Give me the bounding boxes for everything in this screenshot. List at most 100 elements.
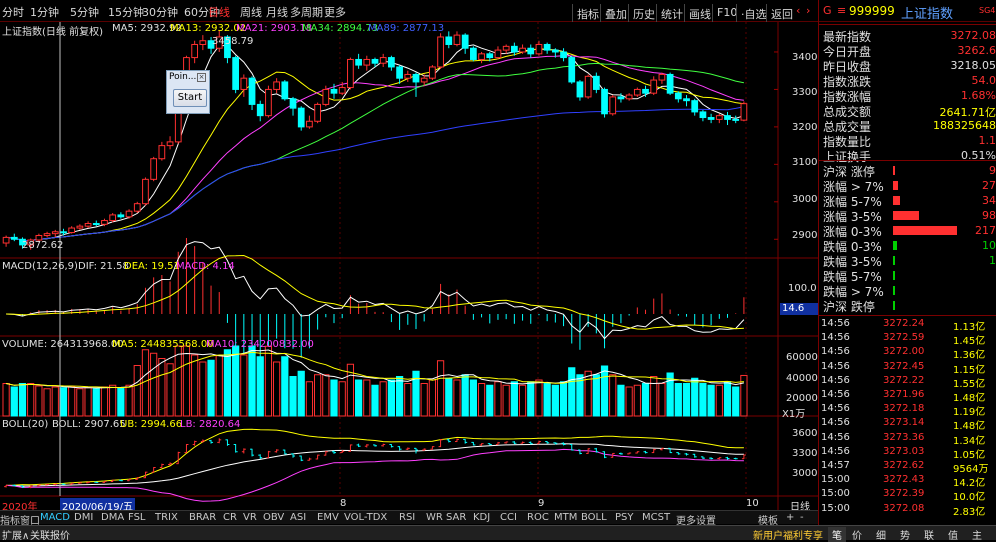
- indicator-tab[interactable]: OBV: [263, 512, 284, 523]
- breadth-value: 9: [989, 164, 996, 177]
- close-icon[interactable]: ×: [197, 73, 206, 82]
- indicator-tab[interactable]: TRIX: [155, 512, 178, 523]
- period-tab[interactable]: 多周期: [290, 4, 323, 20]
- candle-body: [544, 44, 550, 50]
- indicator-tab[interactable]: DMI: [74, 512, 93, 523]
- toolbar-button[interactable]: 返回: [766, 4, 797, 22]
- macd-macd: MACD: 4.14: [176, 261, 235, 272]
- nav-arrow-icon[interactable]: ›: [806, 4, 810, 17]
- volume-bar: [224, 350, 230, 416]
- indicator-tab[interactable]: DMA: [101, 512, 124, 523]
- candle-body: [102, 221, 108, 225]
- toolbar-button[interactable]: 历史: [628, 4, 659, 22]
- quote-panel: G ≡ 999999 上证指数 SG4 最新指数3272.08今日开盘3262.…: [818, 0, 996, 540]
- volume-bar: [675, 384, 681, 417]
- indicator-tab[interactable]: PSY: [615, 512, 634, 523]
- candle-body: [356, 59, 362, 65]
- ma34-line: [6, 63, 744, 240]
- indicator-tab[interactable]: KDJ: [473, 512, 490, 523]
- indicator-tab[interactable]: SAR: [446, 512, 466, 523]
- indicator-tab[interactable]: MTM: [554, 512, 577, 523]
- candle-body: [200, 41, 206, 45]
- start-dialog[interactable]: Poin... × Start: [166, 70, 210, 114]
- toolbar-button[interactable]: 指标: [572, 4, 603, 22]
- period-tab[interactable]: 15分钟: [108, 4, 144, 20]
- template-tab[interactable]: +: [786, 512, 794, 523]
- candle-body: [741, 104, 747, 120]
- vol-ma5-line: [6, 350, 744, 388]
- candle-body: [52, 232, 58, 234]
- candle-body: [44, 234, 50, 236]
- candle-body: [561, 52, 567, 58]
- date-axis-month: 8: [340, 498, 346, 509]
- ma21-line: [6, 56, 744, 241]
- indicator-tab[interactable]: FSL: [128, 512, 146, 523]
- volume-ma10: MA10: 234200832.00: [206, 339, 314, 350]
- period-tab[interactable]: 30分钟: [142, 4, 178, 20]
- breadth-bar: [893, 301, 895, 310]
- candle-body: [307, 121, 313, 127]
- indicator-tab[interactable]: MCST: [642, 512, 670, 523]
- menu-icon[interactable]: ≡: [837, 4, 846, 17]
- tick-price: 3273.14: [883, 417, 924, 428]
- start-button[interactable]: Start: [173, 89, 207, 107]
- indicator-tab[interactable]: RSI: [399, 512, 415, 523]
- tick-volume: 1.15亿: [953, 361, 985, 376]
- indicator-tab[interactable]: VOL-TDX: [344, 512, 387, 523]
- high-annotation: 3458.79: [212, 36, 253, 47]
- tick-volume: 1.36亿: [953, 346, 985, 361]
- period-tab[interactable]: 5分钟: [70, 4, 99, 20]
- candle-body: [397, 67, 403, 78]
- volume-bar: [192, 355, 198, 416]
- toolbar-button[interactable]: 叠加: [600, 4, 631, 22]
- tick-price: 3272.45: [883, 361, 924, 372]
- candle-body: [274, 82, 280, 89]
- dif-line: [6, 242, 744, 339]
- indicator-tab[interactable]: BOLL: [581, 512, 607, 523]
- indicator-tab[interactable]: EMV: [317, 512, 339, 523]
- candle-body: [462, 35, 468, 48]
- volume-bar: [396, 377, 402, 417]
- candle-body: [290, 99, 296, 108]
- indicator-tab[interactable]: ROC: [527, 512, 549, 523]
- candle-body: [77, 226, 83, 228]
- volume-bar: [69, 387, 75, 416]
- candle-body: [143, 179, 149, 203]
- indicator-tab[interactable]: ASI: [290, 512, 306, 523]
- candle-body: [118, 215, 124, 217]
- indicator-tab[interactable]: WR: [426, 512, 443, 523]
- volume-bar: [519, 385, 525, 416]
- volume-bar: [716, 385, 722, 416]
- period-tab[interactable]: 更多: [324, 4, 346, 20]
- tick-time: 14:57: [821, 460, 850, 471]
- indicator-tab[interactable]: CR: [223, 512, 237, 523]
- period-tab[interactable]: 月线: [266, 4, 288, 20]
- breadth-value: 1: [989, 254, 996, 267]
- candle-body: [364, 59, 370, 65]
- period-tab[interactable]: 分时: [2, 4, 24, 20]
- volume-bar: [306, 382, 312, 416]
- toolbar-button[interactable]: 统计: [656, 4, 687, 22]
- period-tab[interactable]: 日线: [208, 4, 230, 20]
- candle-body: [471, 48, 477, 59]
- indicator-tab[interactable]: MACD: [40, 512, 70, 523]
- low-annotation: 2872.62: [22, 240, 63, 251]
- toolbar-button[interactable]: 画线: [684, 4, 715, 22]
- volume-bar: [536, 380, 542, 416]
- volume-bar: [593, 375, 599, 416]
- candle-body: [675, 93, 681, 99]
- candle-body: [159, 146, 165, 159]
- template-tab[interactable]: -: [800, 512, 804, 523]
- period-tab[interactable]: 1分钟: [30, 4, 59, 20]
- volume-bar: [216, 356, 222, 416]
- price-axis-label: 3100: [792, 157, 817, 168]
- indicator-tab[interactable]: VR: [243, 512, 257, 523]
- volume-bar: [44, 389, 50, 416]
- breadth-bar: [893, 196, 900, 205]
- tick-volume: 1.34亿: [953, 432, 985, 447]
- period-tab[interactable]: 周线: [240, 4, 262, 20]
- candle-body: [151, 159, 157, 180]
- indicator-tab[interactable]: CCI: [500, 512, 517, 523]
- indicator-tab[interactable]: BRAR: [189, 512, 216, 523]
- nav-arrow-icon[interactable]: ‹: [796, 4, 800, 17]
